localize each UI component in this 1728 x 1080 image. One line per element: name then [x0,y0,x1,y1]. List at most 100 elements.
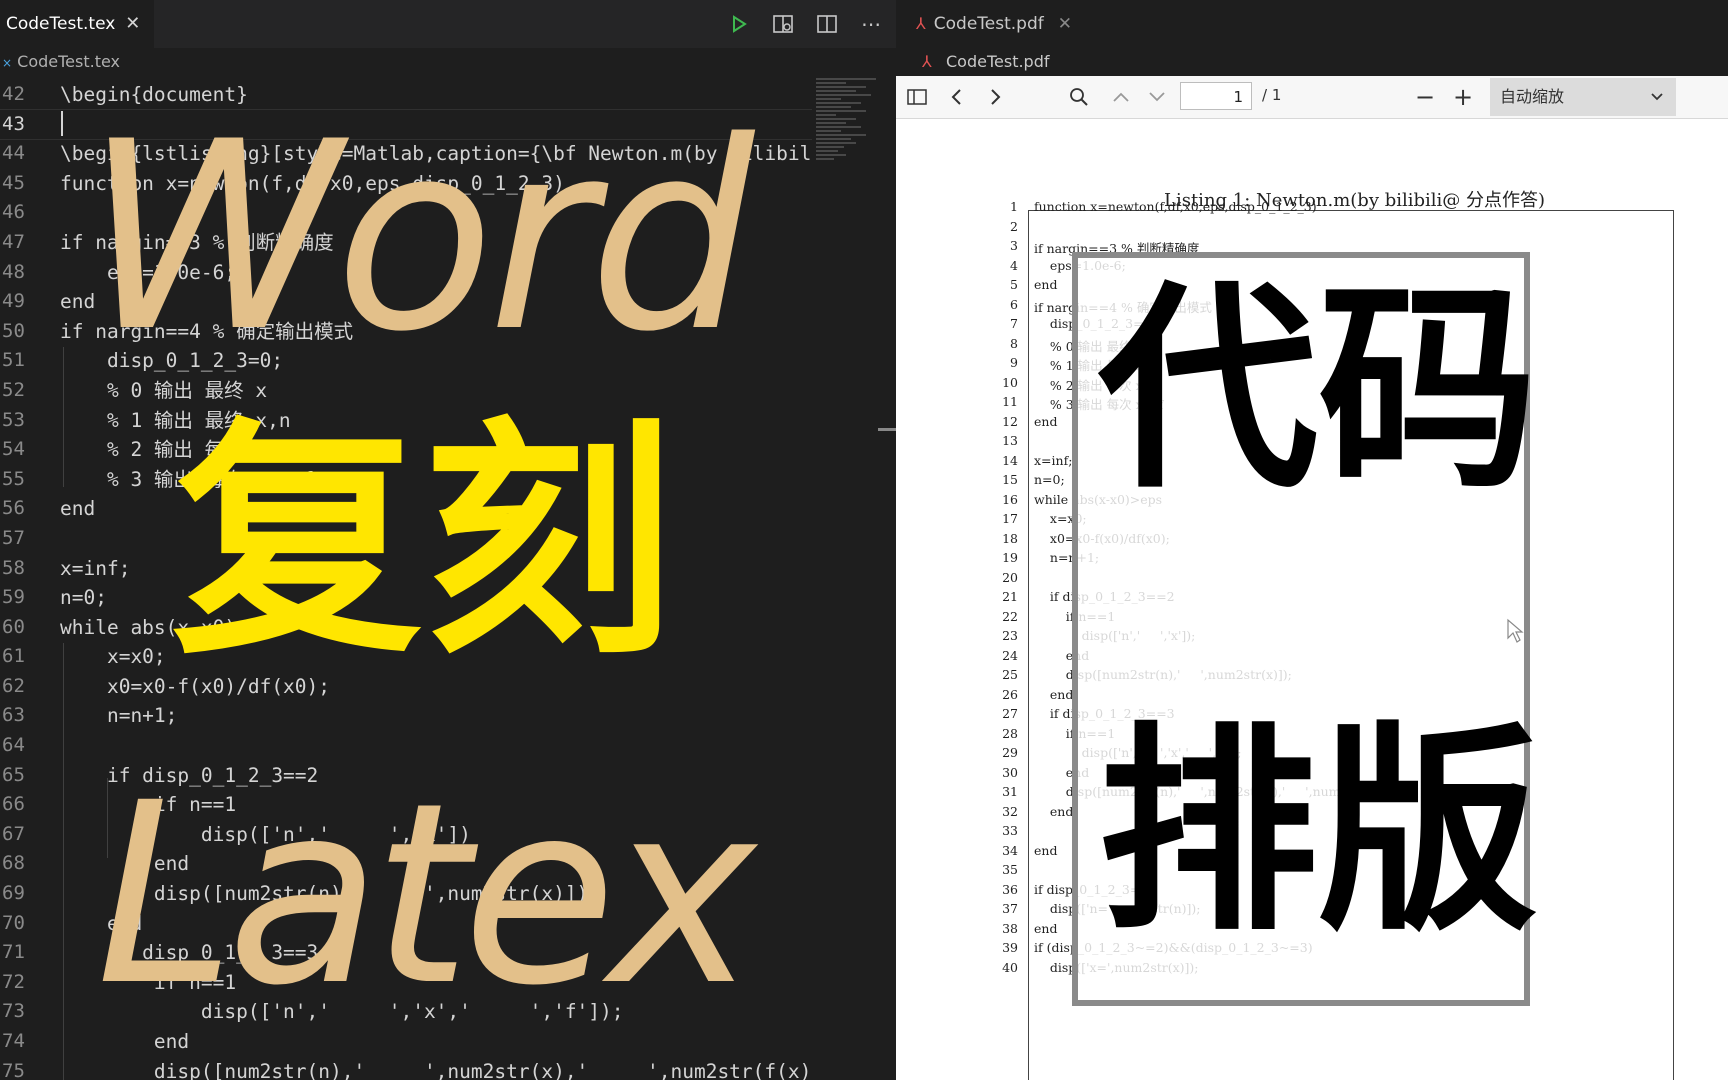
code-line[interactable] [60,198,810,228]
code-line[interactable]: n=n+1; [60,701,810,731]
pdf-line-number: 5 [1010,277,1018,292]
page-total: / 1 [1262,86,1282,104]
pdf-toolbar: 1 / 1 − + 自动缩放 [896,76,1728,119]
code-line[interactable]: disp(['n',' ','x']) [60,820,810,850]
open-preview-icon[interactable] [772,13,794,35]
line-number: 53 [2,408,25,431]
line-number: 75 [2,1059,25,1080]
pdf-line-number: 13 [1002,433,1018,448]
line-number: 54 [2,438,25,461]
pdf-line-number: 38 [1002,920,1018,936]
code-line[interactable]: \begin{document} [60,80,810,110]
code-line[interactable]: % 1 输出 最终 x,n [60,406,810,436]
search-icon[interactable] [1068,86,1090,108]
line-number: 52 [2,378,25,401]
scrollbar-marker[interactable] [878,428,896,431]
code-line[interactable]: x=x0; [60,642,810,672]
pdf-line-number: 32 [1002,803,1018,819]
pdf-line-number: 7 [1010,316,1018,331]
code-line[interactable]: end [60,849,810,879]
more-actions-icon[interactable]: ⋯ [860,12,882,36]
code-line[interactable]: if n==1 [60,790,810,820]
pdf-breadcrumb[interactable]: ⅄ CodeTest.pdf [896,48,1728,76]
code-line[interactable]: if n==1 [60,968,810,998]
pdf-line-number: 8 [1010,335,1018,351]
close-icon[interactable]: ✕ [125,0,140,48]
code-line[interactable]: disp([num2str(n),' ',num2str(x),' ',num2… [60,1057,810,1080]
previous-page-icon[interactable] [1110,86,1132,108]
zoom-select[interactable]: 自动缩放 [1490,78,1676,116]
code-line[interactable]: eps=1.0e-6; [60,258,810,288]
line-number: 64 [2,734,25,757]
code-line[interactable]: function x=newton(f,df,x0,eps,disp_0_1_2… [60,169,810,199]
line-number: 43 [2,112,25,135]
mouse-pointer-icon [1506,618,1524,648]
pdf-line-number: 1 [1010,199,1018,214]
pdf-line-number: 26 [1002,686,1018,702]
pdf-line-number: 17 [1002,511,1018,526]
previous-view-icon[interactable] [946,86,968,108]
line-number: 59 [2,586,25,609]
pdf-line-number: 15 [1002,472,1018,487]
zoom-in-icon[interactable]: + [1452,83,1474,111]
code-line[interactable]: end [60,494,810,524]
code-line[interactable]: while abs(x-x0)>eps [60,613,810,643]
next-page-icon[interactable] [1146,86,1168,108]
split-editor-icon[interactable] [816,13,838,35]
line-number: 55 [2,467,25,490]
line-number: 58 [2,556,25,579]
code-line[interactable]: % 3 输出 每次 x,n,f [60,465,810,495]
code-line[interactable]: disp(['n',' ','x',' ','f']); [60,997,810,1027]
code-line[interactable]: disp_0_1_2_3=0; [60,346,810,376]
pdf-line-number: 2 [1010,218,1018,234]
code-line[interactable]: end [60,1027,810,1057]
page-number-input[interactable]: 1 [1180,82,1252,110]
run-icon[interactable] [728,13,750,35]
pdf-line-number: 31 [1002,784,1018,799]
code-line[interactable]: x0=x0-f(x0)/df(x0); [60,672,810,702]
code-line[interactable]: if nargin==4 % 确定输出模式 [60,317,810,347]
sidebar-toggle-icon[interactable] [906,86,928,108]
pdf-line-number: 35 [1002,862,1018,877]
code-line[interactable]: end [60,909,810,939]
pdf-pane: ⅄ CodeTest.pdf ✕ ⅄ CodeTest.pdf 1 / 1 − … [896,0,1728,1080]
code-line[interactable]: end [60,287,810,317]
editor-tab[interactable]: CodeTest.tex ✕ [0,0,155,48]
pdf-code-line: function x=newton(f,df,x0,eps,disp_0_1_2… [1034,199,1317,214]
zoom-select-value: 自动缩放 [1500,87,1565,106]
line-number: 62 [2,674,25,697]
pdf-line-number: 4 [1010,257,1018,273]
code-line[interactable] [60,524,810,554]
code-line[interactable]: % 2 输出 每次 x,n [60,435,810,465]
line-number: 57 [2,526,25,549]
pdf-tab[interactable]: ⅄ CodeTest.pdf ✕ [916,0,1072,48]
code-line[interactable]: n=0; [60,583,810,613]
code-line[interactable] [60,110,810,140]
code-line[interactable]: if disp_0_1_2_3==2 [60,761,810,791]
line-number: 67 [2,822,25,845]
overlay-box [1072,252,1530,1006]
editor-toolbar: ⋯ [728,0,882,48]
pdf-code-line: end [1034,842,1058,858]
pdf-line-number: 37 [1002,901,1018,916]
minimap[interactable] [816,76,886,246]
code-line[interactable]: if disp_0_1_2_3==3 [60,938,810,968]
code-line[interactable]: % 0 输出 最终 x [60,376,810,406]
pdf-line-number: 11 [1002,394,1018,409]
close-icon[interactable]: ✕ [1058,0,1072,48]
code-line[interactable]: x=inf; [60,554,810,584]
code-area[interactable]: \begin{document} \begin{lstlisting}[style… [60,80,810,1080]
pdf-breadcrumb-file: CodeTest.pdf [946,52,1050,71]
code-line[interactable] [60,731,810,761]
code-line[interactable]: \begin{lstlisting}[style=Matlab,caption=… [60,139,810,169]
pdf-line-number: 19 [1002,550,1018,565]
code-line[interactable]: if nargin==3 % 判断精确度 [60,228,810,258]
pdf-line-number: 18 [1002,530,1018,546]
pdf-code-line: end [1034,413,1058,429]
zoom-out-icon[interactable]: − [1414,83,1436,111]
line-number: 63 [2,704,25,727]
editor-tab-bar: CodeTest.tex ✕ ⋯ [0,0,896,48]
next-view-icon[interactable] [984,86,1006,108]
code-line[interactable]: disp([num2str(n),' ',num2str(x)]); [60,879,810,909]
breadcrumb[interactable]: × CodeTest.tex [0,48,896,76]
